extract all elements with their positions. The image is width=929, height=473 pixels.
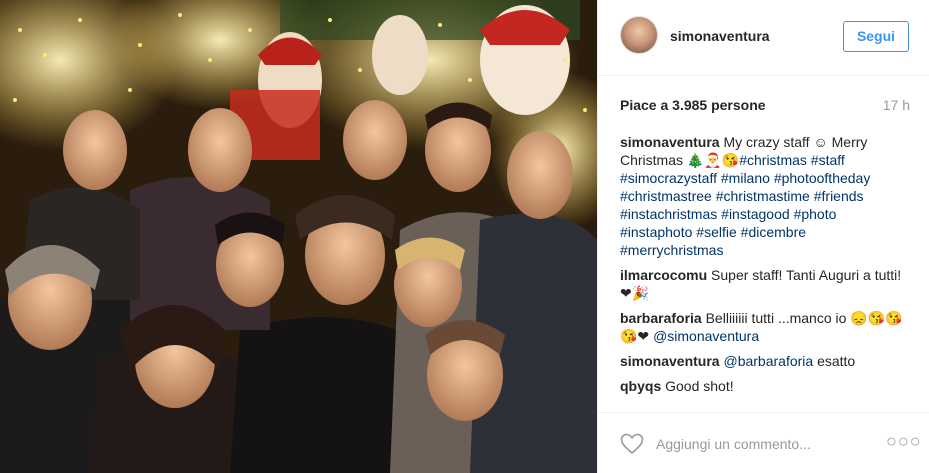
comments-list[interactable]: simonaventura My crazy staff ☺ Merry Chr… bbox=[620, 133, 910, 408]
hashtag-link[interactable]: #christmastree bbox=[620, 188, 712, 204]
mention-link[interactable]: @simonaventura bbox=[653, 328, 759, 344]
hashtag-link[interactable]: #photooftheday bbox=[774, 170, 871, 186]
hashtag-link[interactable]: #christmastime bbox=[716, 188, 810, 204]
post-footer: ○○○ bbox=[598, 412, 929, 473]
comment-username[interactable]: simonaventura bbox=[620, 134, 720, 150]
comment-item: ilmarcocomu Super staff! Tanti Auguri a … bbox=[620, 266, 910, 302]
avatar[interactable] bbox=[620, 16, 658, 54]
comment-text: Good shot! bbox=[661, 378, 734, 394]
post-timestamp[interactable]: 17 h bbox=[883, 97, 910, 113]
hashtag-link[interactable]: #instaphoto bbox=[620, 224, 692, 240]
photo-artwork bbox=[0, 0, 597, 473]
comments-fade bbox=[620, 400, 910, 410]
more-options-icon[interactable]: ○○○ bbox=[886, 432, 921, 453]
comment-input[interactable] bbox=[656, 433, 876, 455]
hashtag-link[interactable]: #dicembre bbox=[741, 224, 806, 240]
comment-item: simonaventura @barbaraforia esatto bbox=[620, 352, 910, 370]
hashtag-link[interactable]: #milano bbox=[721, 170, 770, 186]
header-username[interactable]: simonaventura bbox=[670, 28, 770, 44]
hashtag-link[interactable]: #staff bbox=[811, 152, 845, 168]
follow-button[interactable]: Segui bbox=[843, 21, 909, 52]
likes-row: Piace a 3.985 persone 17 h bbox=[620, 97, 910, 115]
post-photo[interactable] bbox=[0, 0, 597, 473]
likes-count[interactable]: Piace a 3.985 persone bbox=[620, 97, 766, 113]
comment-username[interactable]: barbaraforia bbox=[620, 310, 702, 326]
comment-item: qbyqs Good shot! bbox=[620, 377, 910, 395]
hashtag-link[interactable]: #photo bbox=[794, 206, 837, 222]
comment-item: barbaraforia Belliiiiii tutti ...manco i… bbox=[620, 309, 910, 345]
comment-username[interactable]: qbyqs bbox=[620, 378, 661, 394]
comment-username[interactable]: ilmarcocomu bbox=[620, 267, 707, 283]
post-side-panel: simonaventura Segui Piace a 3.985 person… bbox=[597, 0, 929, 473]
comment-text: esatto bbox=[813, 353, 856, 369]
post-header: simonaventura Segui bbox=[598, 0, 929, 76]
hashtag-link[interactable]: #friends bbox=[814, 188, 864, 204]
heart-icon[interactable] bbox=[620, 433, 644, 455]
comment-username[interactable]: simonaventura bbox=[620, 353, 720, 369]
mention-link[interactable]: @barbaraforia bbox=[723, 353, 813, 369]
hashtag-link[interactable]: #simocrazystaff bbox=[620, 170, 717, 186]
hashtag-link[interactable]: #merrychristmas bbox=[620, 242, 723, 258]
hashtag-link[interactable]: #instagood bbox=[721, 206, 790, 222]
comment-item: simonaventura My crazy staff ☺ Merry Chr… bbox=[620, 133, 910, 259]
hashtag-link[interactable]: #instachristmas bbox=[620, 206, 717, 222]
hashtag-link[interactable]: #selfie bbox=[696, 224, 736, 240]
hashtag-link[interactable]: #christmas bbox=[739, 152, 807, 168]
